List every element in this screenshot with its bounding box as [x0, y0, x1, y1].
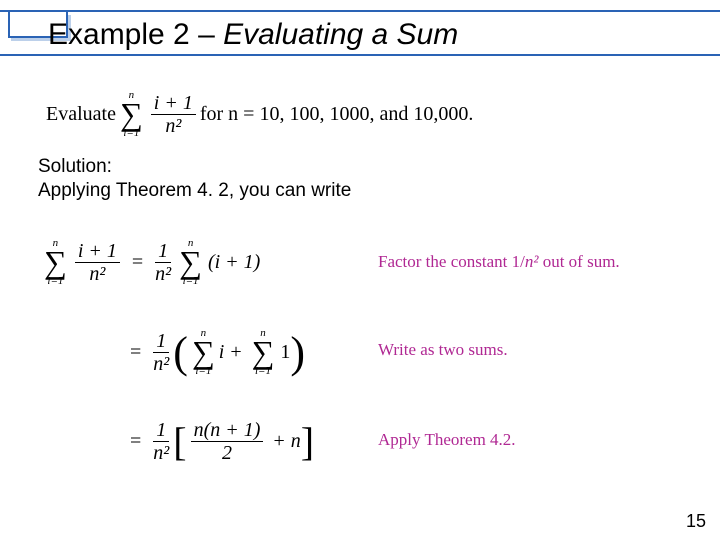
- annotation-3: Apply Theorem 4.2.: [378, 430, 516, 450]
- frac-num: i + 1: [75, 241, 120, 263]
- title-rule-top: [0, 10, 720, 12]
- frac-den: n²: [89, 263, 105, 284]
- frac-num: 1: [153, 331, 169, 353]
- equation-3: = 1 n² [ n(n + 1) 2 + n ]: [122, 420, 314, 463]
- term: i: [219, 341, 225, 364]
- fraction: 1 n²: [153, 331, 169, 374]
- frac-num: 1: [153, 420, 169, 442]
- annot1-post: out of sum.: [538, 252, 619, 271]
- equation-1: n ∑ i=1 i + 1 n² = 1 n² n ∑ i=1 (i + 1): [40, 238, 260, 287]
- frac-den: 2: [222, 442, 232, 463]
- frac-den: n²: [155, 263, 171, 284]
- sigma-block: n ∑ i=1: [44, 238, 67, 287]
- annotation-2: Write as two sums.: [378, 340, 508, 360]
- evaluate-tail: for n = 10, 100, 1000, and 10,000.: [200, 103, 473, 126]
- equals-sign: =: [130, 341, 141, 364]
- title-bar: Example 2 – Evaluating a Sum: [0, 10, 720, 58]
- annotation-1: Factor the constant 1/n² out of sum.: [378, 252, 620, 272]
- fraction: n(n + 1) 2: [191, 420, 264, 463]
- sigma-block: n ∑ i=1: [252, 328, 275, 377]
- annot1-pre: Factor the constant 1/: [378, 252, 525, 271]
- plus-sign: +: [230, 341, 241, 364]
- sigma-lower: i=1: [255, 366, 271, 377]
- annot1-n2: n²: [525, 252, 539, 271]
- paren-open-icon: (: [173, 333, 188, 373]
- slide-title: Example 2 – Evaluating a Sum: [48, 18, 458, 52]
- sigma-icon: ∑: [179, 249, 202, 276]
- sigma-lower: i=1: [183, 276, 199, 287]
- solution-body: Applying Theorem 4. 2, you can write: [38, 180, 351, 202]
- equals-sign: =: [130, 430, 141, 453]
- term: n: [291, 430, 301, 453]
- title-prefix: Example 2 –: [48, 18, 223, 51]
- equals-sign: =: [132, 251, 143, 274]
- bracket-open-icon: [: [173, 424, 186, 460]
- bracket-close-icon: ]: [301, 424, 314, 460]
- sigma-icon: ∑: [192, 339, 215, 366]
- frac-den: n²: [153, 353, 169, 374]
- sigma-icon: ∑: [44, 249, 67, 276]
- fraction: i + 1 n²: [151, 93, 196, 136]
- page-number: 15: [686, 511, 706, 532]
- problem-statement: Evaluate n ∑ i=1 i + 1 n² for n = 10, 10…: [46, 90, 473, 139]
- sigma-lower: i=1: [123, 128, 139, 139]
- expr: (i + 1): [208, 251, 260, 274]
- sigma-lower: i=1: [195, 366, 211, 377]
- solution-heading: Solution:: [38, 156, 112, 178]
- frac-den: n²: [165, 115, 181, 136]
- plus-sign: +: [273, 430, 284, 453]
- sigma-block: n ∑ i=1: [192, 328, 215, 377]
- frac-num: n(n + 1): [191, 420, 264, 442]
- frac-den: n²: [153, 442, 169, 463]
- sigma-lower: i=1: [47, 276, 63, 287]
- title-italic: Evaluating a Sum: [223, 18, 458, 51]
- fraction: 1 n²: [155, 241, 171, 284]
- equation-2: = 1 n² ( n ∑ i=1 i + n ∑ i=1 1 ): [122, 328, 305, 377]
- frac-num: i + 1: [151, 93, 196, 115]
- sigma-block: n ∑ i=1: [120, 90, 143, 139]
- frac-num: 1: [155, 241, 171, 263]
- sigma-icon: ∑: [120, 101, 143, 128]
- evaluate-lead: Evaluate: [46, 103, 116, 126]
- sigma-icon: ∑: [252, 339, 275, 366]
- paren-close-icon: ): [290, 333, 305, 373]
- title-rule-bottom: [0, 54, 720, 56]
- sigma-block: n ∑ i=1: [179, 238, 202, 287]
- term: 1: [280, 341, 290, 364]
- fraction: 1 n²: [153, 420, 169, 463]
- fraction: i + 1 n²: [75, 241, 120, 284]
